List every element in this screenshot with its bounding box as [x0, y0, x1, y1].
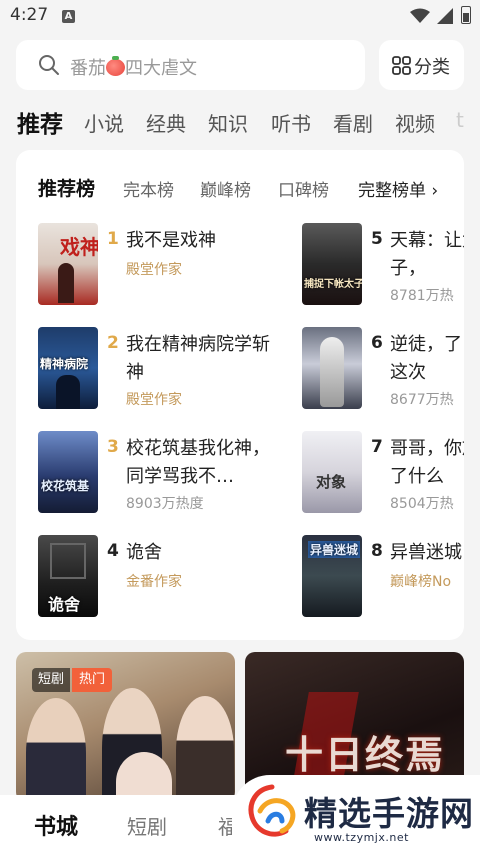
category-button[interactable]: 分类 — [379, 40, 464, 90]
search-bar[interactable]: 番茄 四大虐文 — [16, 40, 365, 90]
book-title: 校花筑基我化神，同学骂我不… — [126, 438, 270, 487]
book-rank: 1 — [107, 229, 119, 249]
search-placeholder: 番茄 四大虐文 — [70, 56, 197, 79]
book-cover — [302, 327, 362, 409]
book-title: 我在精神病院学斩神 — [126, 334, 270, 383]
book-title: 天幕：让太子， — [390, 230, 464, 279]
tab-more-partial[interactable]: t — [456, 108, 464, 132]
wifi-icon — [410, 8, 430, 23]
book-item[interactable]: 诡舍 4 诡舍 金番作家 — [38, 535, 258, 619]
book-cover: 精神病院 — [38, 327, 98, 409]
rank-tab-recommend[interactable]: 推荐榜 — [38, 174, 95, 201]
tomato-icon — [106, 56, 125, 76]
tab-classic[interactable]: 经典 — [146, 108, 186, 137]
book-rank: 4 — [107, 541, 119, 561]
rank-tab-completed[interactable]: 完本榜 — [123, 176, 174, 201]
book-title: 哥哥，你放了什么 — [390, 438, 464, 487]
book-item[interactable]: 校花筑基 3 校花筑基我化神，同学骂我不… 8903万热度 — [38, 431, 270, 515]
status-time: 4:27 — [10, 5, 49, 25]
book-meta: 8677万热 — [390, 392, 454, 408]
grid-icon — [392, 56, 411, 75]
book-rank: 3 — [107, 437, 119, 457]
status-bar: 4:27 A — [0, 0, 480, 32]
book-rank: 5 — [371, 229, 383, 249]
tab-video[interactable]: 视频 — [395, 108, 435, 137]
book-meta: 殿堂作家 — [126, 262, 182, 278]
watermark-logo-icon — [248, 784, 296, 837]
book-cover: 异兽迷城 — [302, 535, 362, 617]
book-title: 诡舍 — [126, 542, 162, 563]
book-meta: 巅峰榜No — [390, 574, 452, 590]
book-item[interactable]: 捕捉下帐太子 5 天幕：让太子， 8781万热 — [302, 223, 464, 307]
signal-icon — [437, 8, 453, 24]
tab-knowledge[interactable]: 知识 — [208, 108, 248, 137]
book-meta: 8903万热度 — [126, 496, 204, 512]
book-title: 异兽迷城 — [390, 542, 462, 563]
book-item[interactable]: 对象 7 哥哥，你放了什么 8504万热 — [302, 431, 464, 515]
category-label: 分类 — [414, 57, 450, 78]
book-cover: 戏神 — [38, 223, 98, 305]
rank-tab-reputation[interactable]: 口碑榜 — [278, 176, 329, 201]
book-rank: 7 — [371, 437, 383, 457]
book-title: 逆徒，了，这次 — [390, 334, 464, 383]
book-item[interactable]: 异兽迷城 8 异兽迷城 巅峰榜No — [302, 535, 464, 619]
promo-title: 十日终焉 — [285, 732, 446, 777]
nav-short-drama[interactable]: 短剧 — [127, 811, 167, 840]
rank-card: 推荐榜 完本榜 巅峰榜 口碑榜 完整榜单 › 戏神 1 我不是戏神 殿堂作家 精… — [16, 150, 464, 640]
search-icon — [39, 55, 59, 75]
book-cover: 校花筑基 — [38, 431, 98, 513]
book-rank: 8 — [371, 541, 383, 561]
book-cover: 对象 — [302, 431, 362, 513]
book-cover: 捕捉下帐太子 — [302, 223, 362, 305]
watermark: 精选手游网 www.tzymjx.net — [232, 775, 480, 852]
book-meta: 金番作家 — [126, 574, 182, 590]
watermark-url: www.tzymjx.net — [314, 831, 409, 844]
rank-tab-peak[interactable]: 巅峰榜 — [200, 176, 251, 201]
book-cover: 诡舍 — [38, 535, 98, 617]
nav-bookstore[interactable]: 书城 — [34, 809, 78, 841]
book-title: 我不是戏神 — [126, 230, 216, 251]
tab-recommend[interactable]: 推荐 — [17, 105, 63, 139]
book-item[interactable]: 戏神 1 我不是戏神 殿堂作家 — [38, 223, 258, 307]
book-item[interactable]: 精神病院 2 我在精神病院学斩神 殿堂作家 — [38, 327, 270, 411]
short-drama-badge: 短剧 — [32, 668, 71, 692]
watermark-text: 精选手游网 — [304, 794, 474, 833]
book-meta: 8504万热 — [390, 496, 454, 512]
top-tabs: 推荐 小说 经典 知识 听书 看剧 视频 t — [0, 100, 480, 140]
book-item[interactable]: 6 逆徒，了，这次 8677万热 — [302, 327, 464, 411]
book-meta: 殿堂作家 — [126, 392, 182, 408]
book-meta: 8781万热 — [390, 288, 454, 304]
book-rank: 2 — [107, 333, 119, 353]
tab-novel[interactable]: 小说 — [84, 108, 124, 137]
tab-audiobook[interactable]: 听书 — [271, 108, 311, 137]
book-rank: 6 — [371, 333, 383, 353]
notification-a-icon: A — [62, 10, 75, 23]
battery-icon — [461, 6, 471, 24]
short-drama-promo[interactable]: 短剧 热门 — [16, 652, 235, 802]
hot-badge: 热门 — [72, 668, 113, 692]
tab-watch-drama[interactable]: 看剧 — [333, 108, 373, 137]
rank-tab-full-list[interactable]: 完整榜单 › — [358, 176, 438, 201]
